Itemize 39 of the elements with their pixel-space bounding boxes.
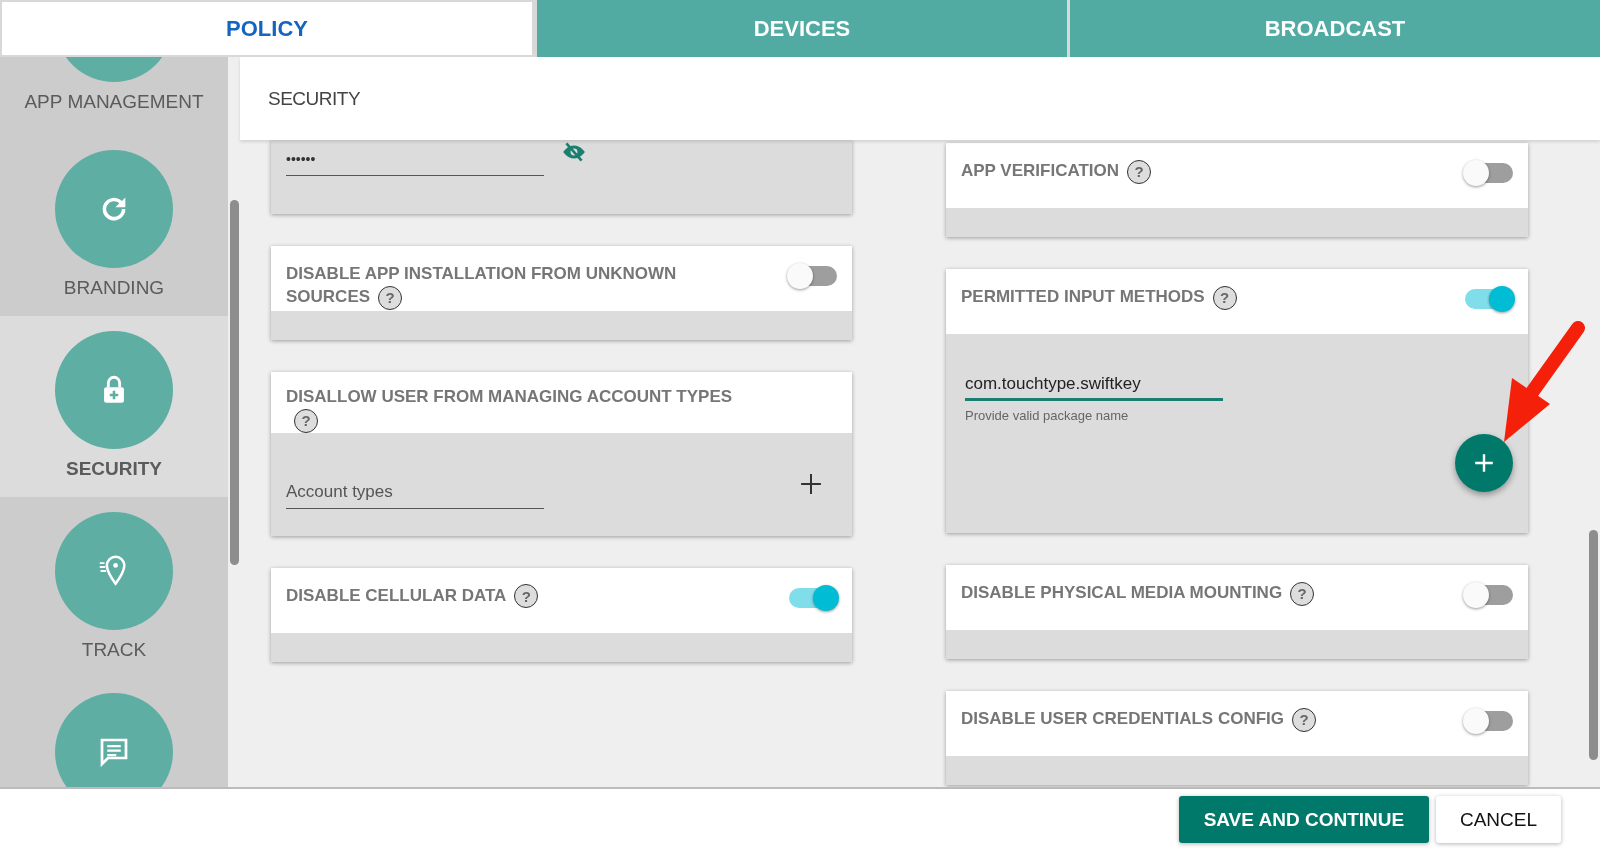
setting-title: DISABLE CELLULAR DATA ?: [286, 583, 539, 609]
help-icon[interactable]: ?: [1292, 707, 1317, 732]
setting-title: DISABLE APP INSTALLATION FROM UNKNOWN SOURCES ?: [286, 262, 746, 310]
setting-title: DISALLOW USER FROM MANAGING ACCOUNT TYPES ?: [286, 385, 746, 433]
toggle-switch[interactable]: [1465, 289, 1513, 309]
sidebar-item[interactable]: TRACK: [0, 497, 228, 678]
tab[interactable]: DEVICES: [537, 0, 1067, 57]
account-types-field[interactable]: Account types: [286, 475, 544, 509]
help-icon[interactable]: ?: [294, 408, 318, 433]
scrollbar-thumb[interactable]: [230, 200, 239, 565]
toggle-switch[interactable]: [789, 266, 837, 286]
package-name-field[interactable]: com.touchtype.swiftkey: [965, 372, 1223, 401]
tab[interactable]: POLICY: [0, 0, 534, 57]
setting-title: DISABLE PHYSICAL MEDIA MOUNTING ?: [961, 581, 1315, 606]
help-icon[interactable]: ?: [378, 285, 403, 310]
sidebar-item[interactable]: BRANDING: [0, 135, 228, 316]
sidebar-item[interactable]: SECURITY: [0, 316, 228, 497]
section-title: SECURITY: [268, 87, 361, 110]
help-icon[interactable]: ?: [1127, 159, 1152, 184]
help-icon[interactable]: ?: [1212, 285, 1237, 310]
tab[interactable]: BROADCAST: [1070, 0, 1600, 57]
sidebar-item[interactable]: APP MANAGEMENT: [0, 57, 228, 135]
toggle-switch[interactable]: [789, 587, 837, 608]
toggle-switch[interactable]: [1465, 163, 1513, 183]
cancel-button[interactable]: CANCEL: [1435, 796, 1561, 843]
plus-icon: [1473, 452, 1495, 474]
scrollbar-thumb[interactable]: [1589, 530, 1598, 760]
help-icon[interactable]: ?: [1290, 581, 1315, 606]
password-field[interactable]: ••••••: [286, 145, 544, 176]
plus-icon[interactable]: [800, 473, 822, 495]
hint-text: Provide valid package name: [965, 408, 1130, 423]
toggle-switch[interactable]: [1465, 711, 1513, 731]
add-button[interactable]: [1455, 434, 1513, 492]
help-icon[interactable]: ?: [514, 584, 539, 609]
setting-title: DISABLE USER CREDENTIALS CONFIG ?: [961, 707, 1317, 732]
save-button[interactable]: SAVE AND CONTINUE: [1178, 796, 1429, 843]
setting-title: PERMITTED INPUT METHODS ?: [961, 285, 1237, 310]
toggle-switch[interactable]: [1465, 585, 1513, 605]
setting-title: APP VERIFICATION ?: [961, 159, 1152, 184]
